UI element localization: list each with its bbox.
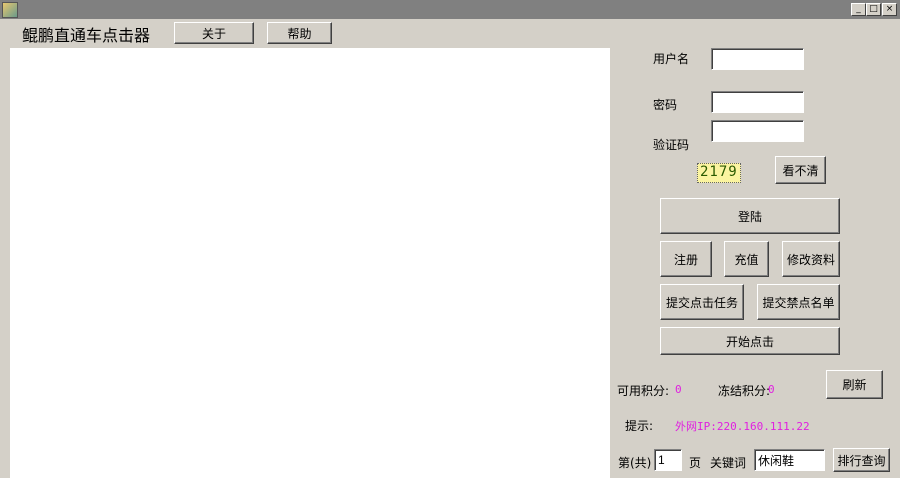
page-input[interactable] [654,449,682,471]
app-title: 鲲鹏直通车点击器 [22,26,151,45]
edit-profile-button[interactable]: 修改资料 [782,241,840,277]
page-suffix-label: 页 [689,456,702,470]
browser-view[interactable] [10,48,610,478]
minimize-button[interactable]: _ [851,3,866,16]
keyword-input[interactable] [754,449,825,471]
app-icon [2,2,18,18]
rank-query-button[interactable]: 排行查询 [833,448,890,472]
username-input[interactable] [711,48,804,70]
hint-label: 提示: [625,419,654,433]
close-button[interactable]: × [882,3,897,16]
keyword-label: 关键词 [710,456,747,470]
recharge-button[interactable]: 充值 [724,241,769,277]
available-points-label: 可用积分: [617,384,670,398]
maximize-button[interactable]: □ [866,3,881,16]
submit-task-button[interactable]: 提交点击任务 [660,284,744,320]
refresh-captcha-button[interactable]: 看不清 [775,156,826,184]
title-bar [0,0,900,19]
refresh-points-button[interactable]: 刷新 [826,370,883,399]
start-click-button[interactable]: 开始点击 [660,327,840,355]
frozen-points-value: 0 [768,383,775,396]
submit-blacklist-button[interactable]: 提交禁点名单 [757,284,840,320]
username-label: 用户名 [653,52,690,66]
captcha-image[interactable]: 2179 [697,163,741,183]
password-label: 密码 [653,98,678,112]
login-button[interactable]: 登陆 [660,198,840,234]
help-button[interactable]: 帮助 [267,22,332,44]
frozen-points-label: 冻结积分: [718,384,771,398]
about-button[interactable]: 关于 [174,22,254,44]
available-points-value: 0 [675,383,682,396]
captcha-input[interactable] [711,120,804,142]
register-button[interactable]: 注册 [660,241,712,277]
page-prefix-label: 第(共) [618,456,652,470]
password-input[interactable] [711,91,804,113]
captcha-label: 验证码 [653,138,690,152]
hint-text: 外网IP:220.160.111.22 [675,420,810,433]
